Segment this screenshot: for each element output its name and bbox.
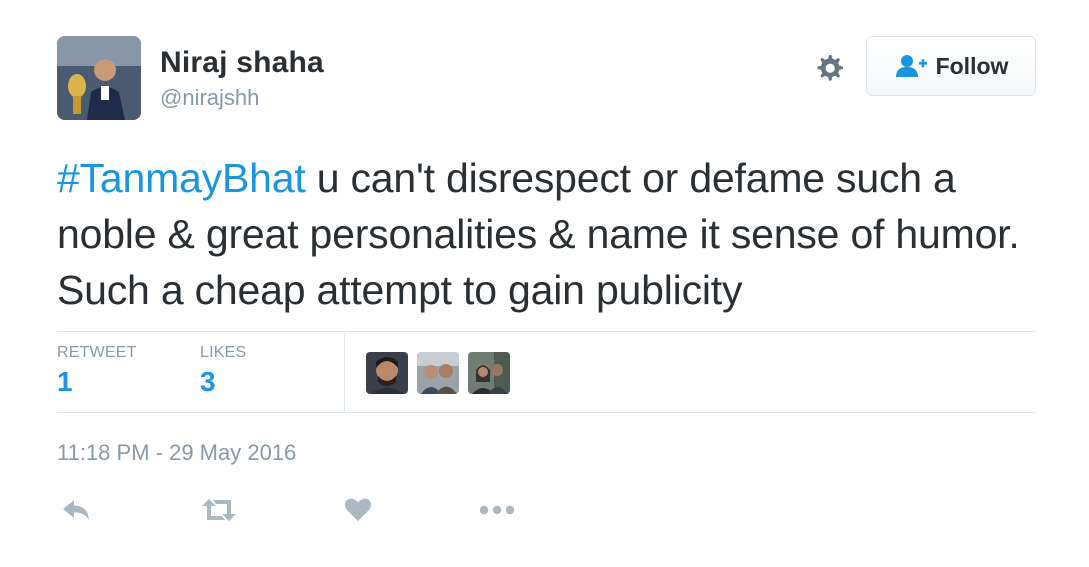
follow-label: Follow [935,52,1009,79]
author-avatar[interactable] [57,36,141,120]
author-handle[interactable]: @nirajshh [160,85,259,111]
liker-avatar[interactable] [468,352,510,394]
likes-count[interactable]: 3 [200,366,216,398]
retweet-count[interactable]: 1 [57,366,73,398]
retweet-label: RETWEET [57,344,137,361]
likes-label: LIKES [200,344,247,361]
tweet-text: #TanmayBhat u can't disrespect or defame… [57,150,1057,318]
reply-icon[interactable] [60,494,92,526]
retweet-icon[interactable] [200,494,238,526]
like-icon[interactable] [343,494,373,526]
stats-divider [344,333,345,413]
liker-avatar[interactable] [366,352,408,394]
hashtag-link[interactable]: #TanmayBhat [57,155,306,201]
divider-bottom [57,412,1037,413]
more-icon[interactable] [478,494,516,526]
liker-avatar[interactable] [417,352,459,394]
follow-button[interactable]: Follow [866,36,1036,96]
author-name[interactable]: Niraj shaha [160,46,324,80]
gear-icon[interactable] [812,51,846,85]
divider-top [57,331,1037,332]
avatar-photo [57,36,141,120]
person-add-icon [895,55,927,77]
tweet-timestamp[interactable]: 11:18 PM - 29 May 2016 [57,440,296,466]
